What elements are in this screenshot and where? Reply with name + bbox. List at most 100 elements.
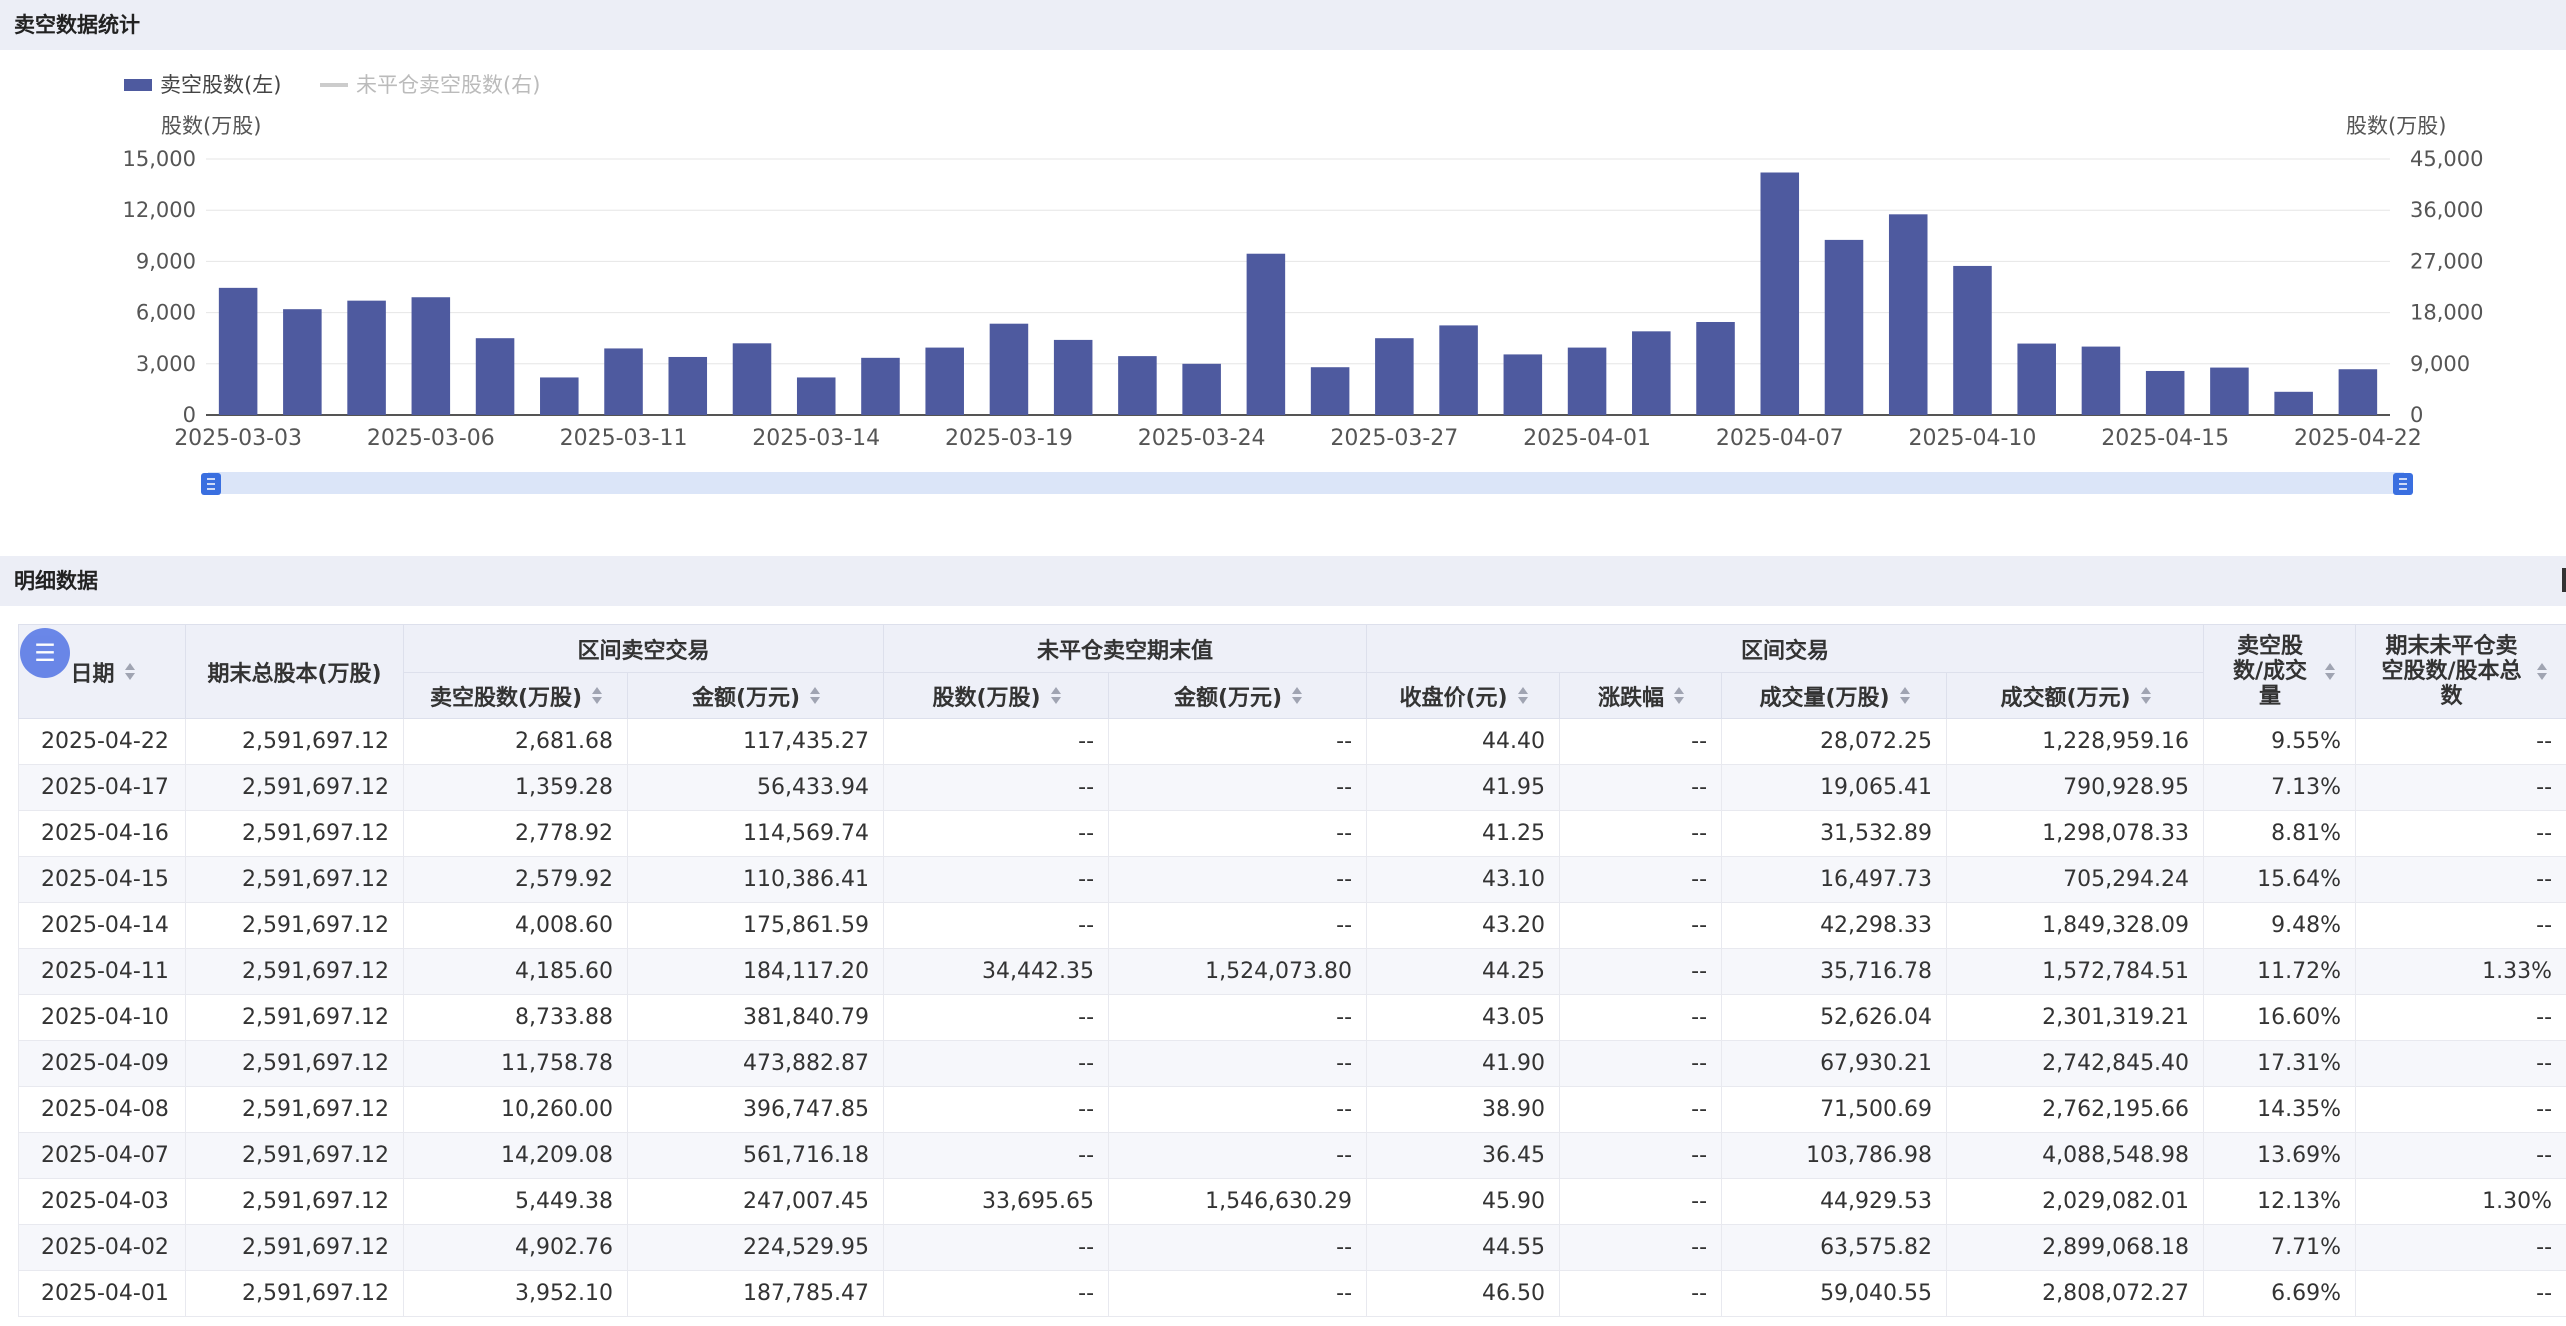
- x-tick-label: 2025-03-27: [1330, 426, 1458, 451]
- legend-swatch-bar: [124, 79, 152, 91]
- bar: [2081, 346, 2121, 415]
- col-open-ratio[interactable]: 期末未平仓卖空股数/股本总数: [2355, 624, 2566, 719]
- table-cell: 2025-04-16: [18, 810, 186, 857]
- table-cell: 117,435.27: [626, 718, 885, 765]
- table-row[interactable]: 2025-04-15 2,591,697.12 2,579.92 110,386.41…: [18, 856, 2566, 903]
- collapse-handle[interactable]: [2562, 568, 2566, 592]
- table-cell: --: [2355, 718, 2566, 765]
- sort-icon[interactable]: [2325, 663, 2336, 680]
- bar: [861, 357, 900, 415]
- table-cell: 1,228,959.16: [1946, 718, 2205, 765]
- table-cell: 12.13%: [2203, 1178, 2357, 1225]
- table-row[interactable]: 2025-04-07 2,591,697.12 14,209.08 561,716.1…: [18, 1132, 2566, 1179]
- table-cell: --: [1559, 948, 1723, 995]
- table-row[interactable]: 2025-04-14 2,591,697.12 4,008.60 175,861.59…: [18, 902, 2566, 949]
- y-right-tick: 0: [2410, 403, 2423, 427]
- table-cell: 71,500.69: [1721, 1086, 1948, 1133]
- table-cell: 59,040.55: [1721, 1270, 1948, 1317]
- table-cell: 114,569.74: [626, 810, 885, 857]
- table-row[interactable]: 2025-04-01 2,591,697.12 3,952.10 187,785.47…: [18, 1270, 2566, 1317]
- col-open-amount[interactable]: 金额(万元): [1108, 672, 1368, 719]
- bar: [1118, 356, 1157, 415]
- detail-section-title: 明细数据: [0, 556, 2566, 606]
- table-cell: 2025-04-03: [18, 1178, 186, 1225]
- y-right-tick: 18,000: [2410, 301, 2483, 325]
- sort-icon[interactable]: [2140, 687, 2151, 704]
- table-cell: 381,840.79: [626, 994, 885, 1041]
- col-short-amount[interactable]: 金额(万元): [626, 672, 885, 719]
- list-search-icon[interactable]: ☰: [20, 628, 70, 678]
- table-cell: --: [1559, 1132, 1723, 1179]
- table-cell: 2,591,697.12: [185, 810, 404, 857]
- table-cell: 2,762,195.66: [1946, 1086, 2205, 1133]
- table-cell: 35,716.78: [1721, 948, 1948, 995]
- y-left-tick: 6,000: [136, 301, 196, 325]
- table-row[interactable]: 2025-04-16 2,591,697.12 2,778.92 114,569.74…: [18, 810, 2566, 857]
- table-cell: 43.20: [1366, 902, 1561, 949]
- sort-icon[interactable]: [1517, 687, 1528, 704]
- table-cell: 15.64%: [2203, 856, 2357, 903]
- table-cell: --: [2355, 994, 2566, 1041]
- table-cell: 705,294.24: [1946, 856, 2205, 903]
- col-open-shares[interactable]: 股数(万股): [883, 672, 1110, 719]
- table-cell: 38.90: [1366, 1086, 1561, 1133]
- sort-icon[interactable]: [592, 687, 603, 704]
- sort-icon[interactable]: [1899, 687, 1910, 704]
- table-cell: 2025-04-01: [18, 1270, 186, 1317]
- sort-icon[interactable]: [124, 663, 135, 680]
- x-tick-label: 2025-04-10: [1909, 426, 2037, 451]
- table-cell: 19,065.41: [1721, 764, 1948, 811]
- col-volume[interactable]: 成交量(万股): [1721, 672, 1948, 719]
- table-cell: 9.55%: [2203, 718, 2357, 765]
- table-cell: 17.31%: [2203, 1040, 2357, 1087]
- table-cell: 790,928.95: [1946, 764, 2205, 811]
- bar: [1567, 347, 1607, 415]
- table-row[interactable]: 2025-04-17 2,591,697.12 1,359.28 56,433.94-…: [18, 764, 2566, 811]
- col-close[interactable]: 收盘价(元): [1366, 672, 1561, 719]
- sort-icon[interactable]: [1292, 687, 1303, 704]
- bar: [1696, 321, 1735, 415]
- table-cell: 2,591,697.12: [185, 764, 404, 811]
- sort-icon[interactable]: [2536, 663, 2547, 680]
- table-row[interactable]: 2025-04-03 2,591,697.12 5,449.38 247,007.45…: [18, 1178, 2566, 1225]
- bar: [1953, 265, 1992, 415]
- table-row[interactable]: 2025-04-09 2,591,697.12 11,758.78 473,882.8…: [18, 1040, 2566, 1087]
- table-row[interactable]: 2025-04-02 2,591,697.12 4,902.76 224,529.95…: [18, 1224, 2566, 1271]
- table-cell: --: [1559, 902, 1723, 949]
- table-row[interactable]: 2025-04-10 2,591,697.12 8,733.88 381,840.79…: [18, 994, 2566, 1041]
- table-cell: 2025-04-08: [18, 1086, 186, 1133]
- table-cell: --: [2355, 1224, 2566, 1271]
- table-row[interactable]: 2025-04-11 2,591,697.12 4,185.60 184,117.20…: [18, 948, 2566, 995]
- table-cell: --: [1559, 1178, 1723, 1225]
- sort-icon[interactable]: [1674, 687, 1685, 704]
- table-row[interactable]: 2025-04-22 2,591,697.12 2,681.68 117,435.27…: [18, 718, 2566, 765]
- table-row[interactable]: 2025-04-08 2,591,697.12 10,260.00 396,747.8…: [18, 1086, 2566, 1133]
- table-cell: 44,929.53: [1721, 1178, 1948, 1225]
- col-turnover[interactable]: 成交额(万元): [1946, 672, 2205, 719]
- table-cell: 11.72%: [2203, 948, 2357, 995]
- table-cell: --: [1559, 1224, 1723, 1271]
- sort-icon[interactable]: [810, 687, 821, 704]
- col-short-ratio[interactable]: 卖空股数/成交量: [2203, 624, 2357, 719]
- bar: [1053, 339, 1093, 415]
- x-tick-label: 2025-03-24: [1138, 426, 1266, 451]
- table-cell: --: [1108, 856, 1368, 903]
- y-right-axis-label: 股数(万股): [2346, 114, 2446, 138]
- table-cell: 1,359.28: [403, 764, 628, 811]
- table-cell: 2,591,697.12: [185, 718, 404, 765]
- col-change[interactable]: 涨跌幅: [1559, 672, 1723, 719]
- table-cell: 1,298,078.33: [1946, 810, 2205, 857]
- bar: [1375, 338, 1414, 415]
- group-short-trade: 区间卖空交易: [402, 624, 885, 673]
- table-cell: 42,298.33: [1721, 902, 1948, 949]
- table-cell: 2,591,697.12: [185, 1040, 404, 1087]
- table-cell: 36.45: [1366, 1132, 1561, 1179]
- table-cell: 2,591,697.12: [185, 948, 404, 995]
- bar: [1439, 325, 1478, 415]
- table-cell: --: [883, 810, 1110, 857]
- sort-icon[interactable]: [1050, 687, 1061, 704]
- table-cell: 8.81%: [2203, 810, 2357, 857]
- table-cell: 2025-04-10: [18, 994, 186, 1041]
- col-short-shares[interactable]: 卖空股数(万股): [403, 672, 628, 719]
- x-tick-label: 2025-04-22: [2294, 426, 2422, 451]
